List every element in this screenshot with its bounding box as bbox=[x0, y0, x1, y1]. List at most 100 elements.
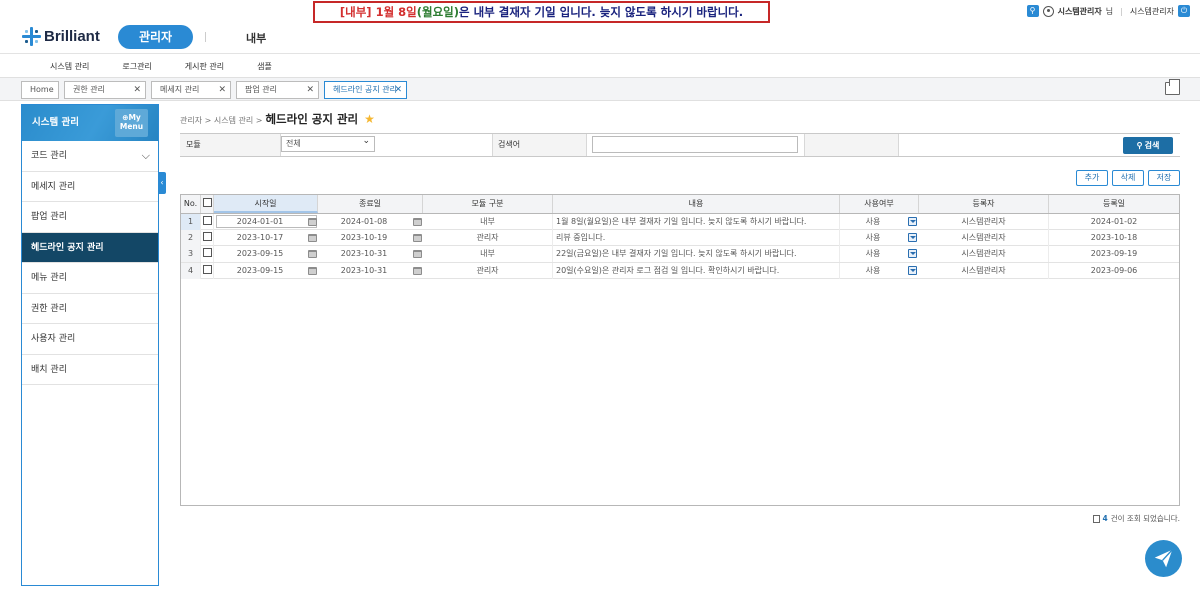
inner-tab-button[interactable]: 내부 bbox=[246, 30, 266, 46]
sidebar-item-permission[interactable]: 권한 관리 bbox=[22, 294, 158, 324]
sidebar-collapse-toggle[interactable]: ‹ bbox=[158, 172, 166, 194]
header-divider bbox=[0, 53, 1200, 54]
tab-message[interactable]: 메세지 관리 ✕ bbox=[151, 81, 231, 99]
tab-popup[interactable]: 팝업 관리 ✕ bbox=[236, 81, 319, 99]
content-cell[interactable]: 1월 8일(월요일)은 내부 결재자 기일 입니다. 늦지 않도록 하시기 바랍… bbox=[553, 214, 840, 230]
admin-tab-button[interactable]: 관리자 bbox=[118, 25, 193, 49]
calendar-icon[interactable] bbox=[308, 250, 317, 259]
close-icon[interactable]: ✕ bbox=[306, 82, 314, 98]
select-all-checkbox[interactable] bbox=[202, 198, 212, 207]
dropdown-icon[interactable] bbox=[908, 233, 917, 243]
sidebar-item-user[interactable]: 사용자 관리 bbox=[22, 324, 158, 355]
row-checkbox-cell[interactable] bbox=[201, 246, 214, 263]
calendar-icon[interactable] bbox=[413, 250, 422, 259]
sidebar-item-popup[interactable]: 팝업 관리 bbox=[22, 202, 158, 233]
use-cell[interactable]: 사용 bbox=[840, 246, 906, 262]
subnav-sample[interactable]: 샘플 bbox=[257, 61, 272, 72]
sidebar-item-batch[interactable]: 배치 관리 bbox=[22, 355, 158, 385]
module-cell[interactable]: 관리자 bbox=[423, 230, 553, 247]
start-date-cell[interactable]: 2023-09-15 bbox=[214, 246, 306, 262]
row-checkbox[interactable] bbox=[202, 264, 212, 274]
col-select-all[interactable] bbox=[201, 195, 214, 213]
table-row[interactable]: 2 2023-10-17 2023-10-19 관리자 리뷰 중입니다. 사용 … bbox=[181, 230, 1179, 247]
row-checkbox[interactable] bbox=[202, 232, 212, 242]
sidebar-item-code[interactable]: 코드 관리 ⌵ bbox=[22, 141, 158, 172]
add-button[interactable]: 추가 bbox=[1076, 170, 1108, 186]
use-cell[interactable]: 사용 bbox=[840, 230, 906, 246]
row-checkbox-cell[interactable] bbox=[201, 214, 214, 230]
content-cell[interactable]: 20일(수요일)은 관리자 로그 점검 일 입니다. 확인하시기 바랍니다. bbox=[553, 262, 840, 279]
save-button[interactable]: 저장 bbox=[1148, 170, 1180, 186]
module-select[interactable]: 전체 bbox=[281, 134, 375, 152]
table-row[interactable]: 1 2024-01-01 2024-01-08 내부 1월 8일(월요일)은 내… bbox=[181, 214, 1179, 231]
use-cell[interactable]: 사용 bbox=[840, 214, 906, 230]
content-cell[interactable]: 리뷰 중입니다. bbox=[553, 230, 840, 247]
module-cell[interactable]: 관리자 bbox=[423, 262, 553, 279]
delete-button[interactable]: 삭제 bbox=[1112, 170, 1144, 186]
col-module[interactable]: 모듈 구분 bbox=[423, 195, 553, 213]
subnav-system[interactable]: 시스템 관리 bbox=[50, 61, 89, 72]
dropdown-icon[interactable] bbox=[908, 217, 917, 226]
end-date-cell[interactable]: 2024-01-08 bbox=[318, 214, 410, 230]
tab-home[interactable]: Home bbox=[21, 81, 59, 99]
sidebar-item-label: 사용자 관리 bbox=[31, 334, 76, 344]
col-writer[interactable]: 등록자 bbox=[919, 195, 1049, 213]
table-row[interactable]: 3 2023-09-15 2023-10-31 내부 22일(금요일)은 내부 … bbox=[181, 246, 1179, 263]
subnav-board[interactable]: 게시판 관리 bbox=[185, 61, 224, 72]
calendar-icon[interactable] bbox=[413, 234, 422, 243]
favorite-star-icon[interactable]: ★ bbox=[364, 112, 375, 126]
calendar-icon[interactable] bbox=[413, 266, 422, 275]
search-icon[interactable]: ⚲ bbox=[1026, 5, 1039, 17]
calendar-icon[interactable] bbox=[413, 218, 422, 226]
my-menu-label-top: ⊕My bbox=[122, 113, 141, 122]
content-cell[interactable]: 22일(금요일)은 내부 결재자 기일 입니다. 늦지 않도록 하시기 바랍니다… bbox=[553, 246, 840, 263]
calendar-icon[interactable] bbox=[308, 234, 317, 243]
col-reg-date[interactable]: 등록일 bbox=[1049, 195, 1179, 213]
table-row[interactable]: 4 2023-09-15 2023-10-31 관리자 20일(수요일)은 관리… bbox=[181, 262, 1179, 279]
search-button[interactable]: ⚲ 검색 bbox=[1123, 137, 1173, 154]
row-checkbox[interactable] bbox=[202, 248, 212, 258]
start-date-cell[interactable]: 2024-01-01 bbox=[214, 214, 306, 230]
logout-icon[interactable]: ⏻ bbox=[1178, 5, 1190, 17]
row-checkbox-cell[interactable] bbox=[201, 230, 214, 247]
close-icon[interactable]: ✕ bbox=[133, 82, 141, 98]
dropdown-icon[interactable] bbox=[908, 265, 917, 275]
end-date-cell[interactable]: 2023-10-31 bbox=[318, 246, 410, 262]
calendar-icon[interactable] bbox=[308, 266, 317, 275]
end-date-cell[interactable]: 2023-10-19 bbox=[318, 230, 410, 246]
start-date-cell[interactable]: 2023-10-17 bbox=[214, 230, 306, 246]
end-date-cell[interactable]: 2023-10-31 bbox=[318, 263, 410, 279]
brand-logo[interactable]: Brilliant bbox=[22, 27, 100, 46]
row-checkbox-cell[interactable] bbox=[201, 262, 214, 279]
reg-date-cell: 2023-09-06 bbox=[1090, 265, 1138, 275]
row-number: 1 bbox=[181, 214, 201, 230]
subnav-log[interactable]: 로그관리 bbox=[122, 61, 151, 72]
tab-headline[interactable]: 헤드라인 공지 관리 ✕ bbox=[324, 81, 407, 99]
col-end-date[interactable]: 종료일 bbox=[318, 195, 423, 213]
sidebar-item-headline[interactable]: 헤드라인 공지 관리 bbox=[22, 232, 158, 263]
tab-permission[interactable]: 권한 관리 ✕ bbox=[64, 81, 146, 99]
use-cell[interactable]: 사용 bbox=[840, 263, 906, 279]
close-icon[interactable]: ✕ bbox=[218, 82, 226, 98]
start-date-cell[interactable]: 2023-09-15 bbox=[214, 263, 306, 279]
grid-header: No. 시작일 종료일 모듈 구분 내용 사용여부 등록자 등록일 bbox=[181, 195, 1179, 214]
sidebar-item-label: 메세지 관리 bbox=[31, 181, 76, 192]
my-menu-button[interactable]: ⊕My Menu bbox=[115, 109, 148, 137]
window-list-icon[interactable] bbox=[1165, 79, 1180, 95]
module-cell[interactable]: 내부 bbox=[423, 246, 553, 263]
close-icon[interactable]: ✕ bbox=[394, 82, 402, 98]
reg-date-cell: 2023-09-19 bbox=[1090, 249, 1138, 259]
dropdown-icon[interactable] bbox=[908, 249, 917, 259]
module-cell[interactable]: 내부 bbox=[423, 214, 553, 230]
col-use-yn[interactable]: 사용여부 bbox=[840, 195, 919, 213]
sidebar-item-message[interactable]: 메세지 관리 bbox=[22, 172, 158, 202]
row-checkbox[interactable] bbox=[202, 216, 212, 225]
sidebar-item-menu[interactable]: 메뉴 관리 bbox=[22, 263, 158, 294]
keyword-input[interactable] bbox=[592, 136, 798, 153]
send-fab-button[interactable] bbox=[1145, 540, 1182, 577]
col-content[interactable]: 내용 bbox=[553, 195, 840, 213]
divider bbox=[898, 134, 899, 156]
result-count-text: 건이 조회 되었습니다. bbox=[1110, 514, 1180, 523]
col-start-date[interactable]: 시작일 bbox=[214, 195, 318, 213]
calendar-icon[interactable] bbox=[308, 218, 317, 226]
